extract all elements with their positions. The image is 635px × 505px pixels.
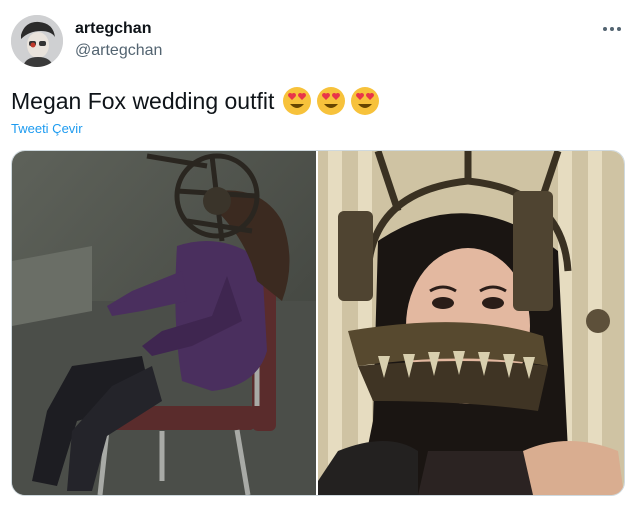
display-name[interactable]: artegchan bbox=[75, 20, 151, 38]
tweet-text: Megan Fox wedding outfit bbox=[11, 87, 275, 114]
photo-seated-figure bbox=[12, 151, 316, 495]
user-handle[interactable]: @artegchan bbox=[75, 42, 162, 60]
tweet-media bbox=[11, 150, 625, 496]
avatar-image bbox=[11, 15, 63, 67]
media-photo-left[interactable] bbox=[12, 151, 316, 495]
heart-eyes-emoji bbox=[283, 87, 312, 115]
heart-eyes-emoji bbox=[351, 87, 380, 115]
photo-reverse-bear-trap bbox=[318, 151, 624, 495]
tweet-text-row: Megan Fox wedding outfit bbox=[11, 86, 380, 116]
translate-tweet-link[interactable]: Tweeti Çevir bbox=[11, 121, 83, 136]
avatar[interactable] bbox=[11, 15, 63, 67]
more-options-icon[interactable] bbox=[600, 18, 624, 38]
media-photo-right[interactable] bbox=[318, 151, 624, 495]
heart-eyes-emoji bbox=[317, 87, 346, 115]
